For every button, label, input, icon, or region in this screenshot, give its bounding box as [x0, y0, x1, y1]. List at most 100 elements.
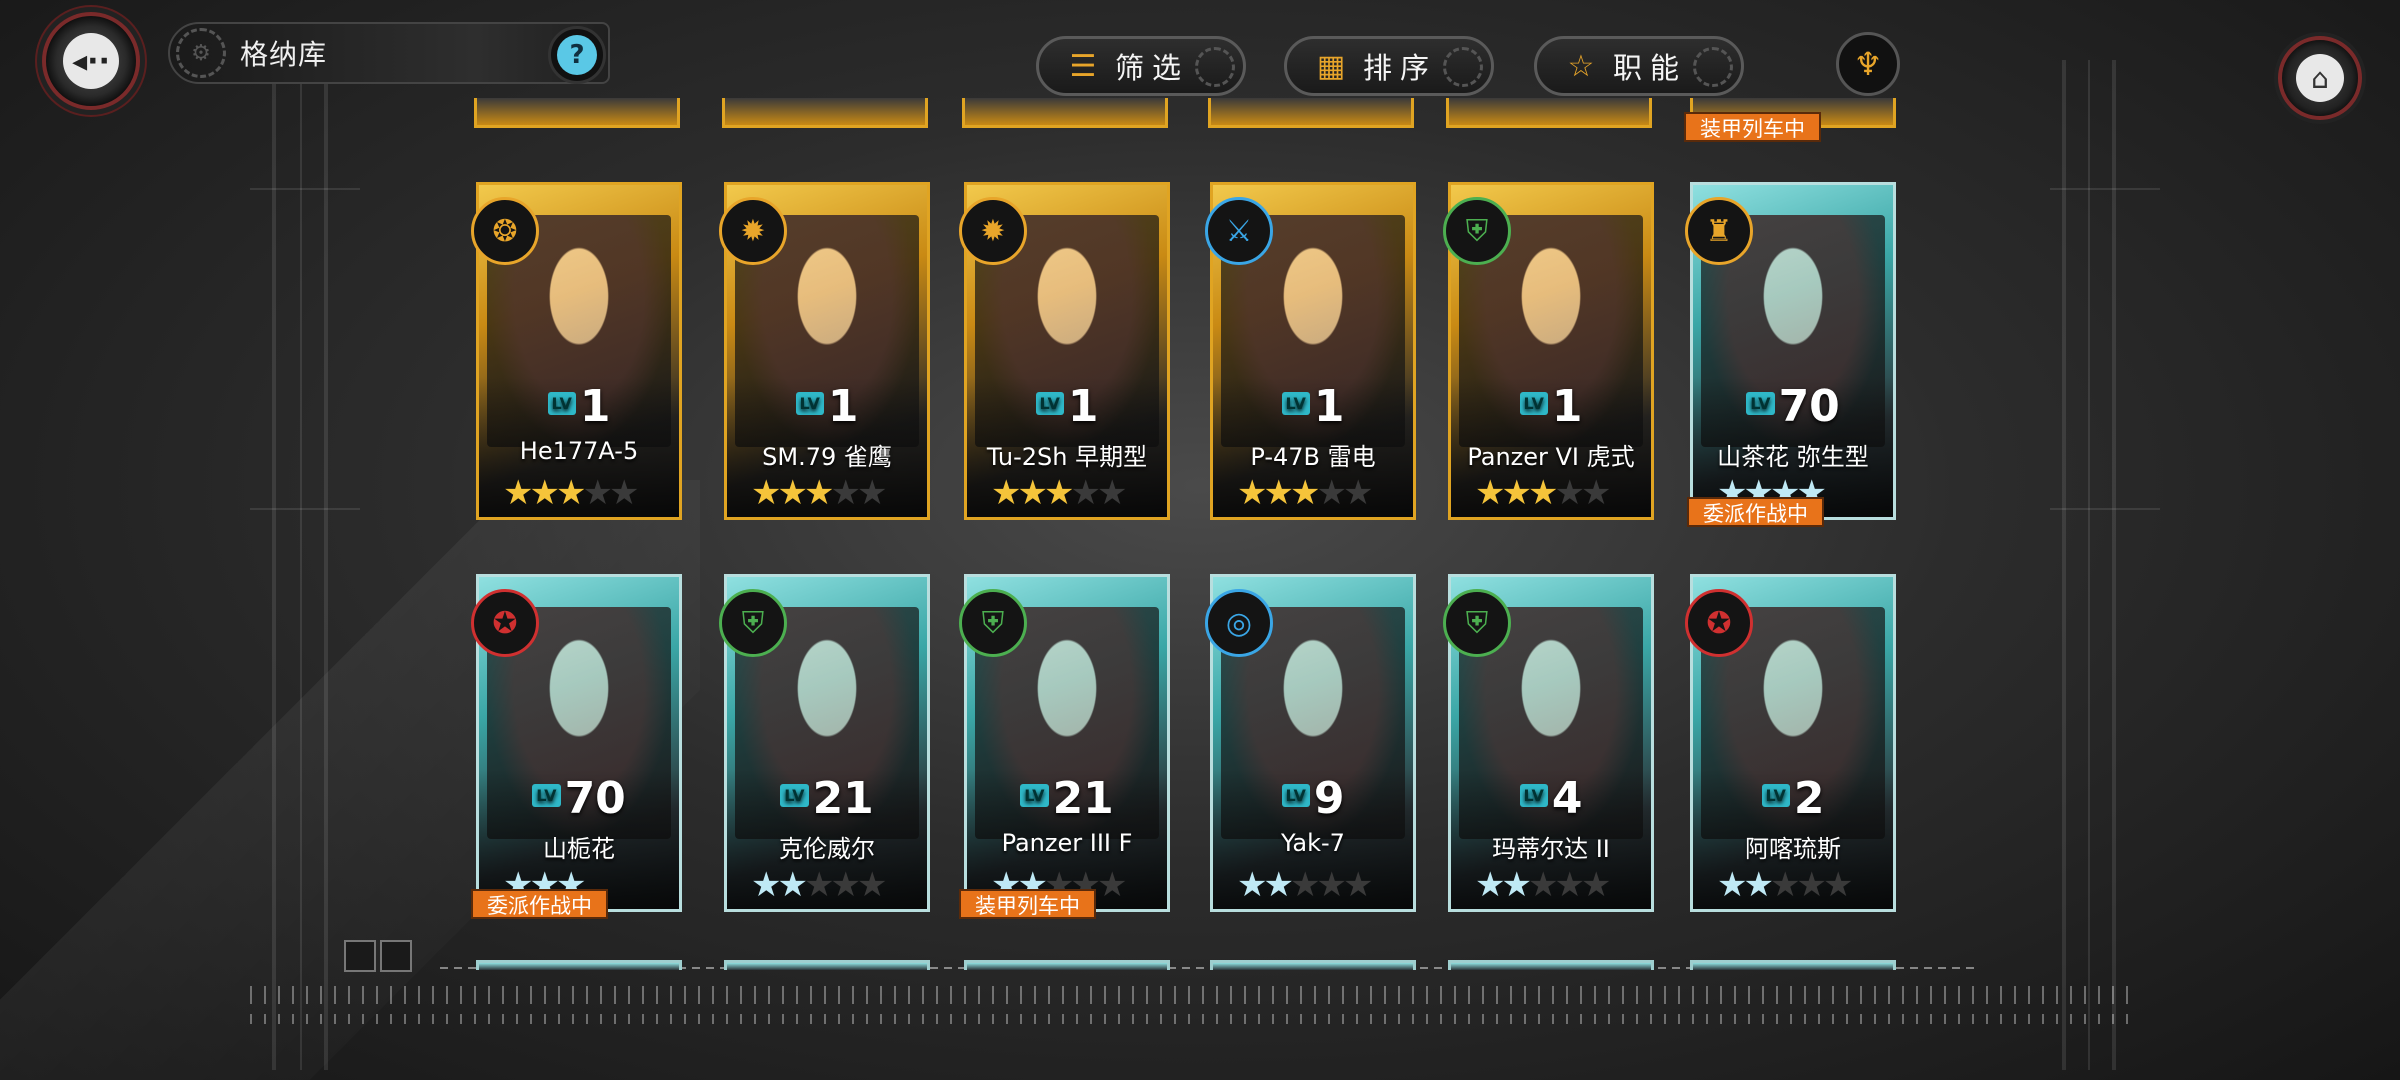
class-icon: ❂: [471, 197, 539, 265]
brand-emblem-button[interactable]: ♆: [1836, 32, 1900, 96]
unit-card[interactable]: ✹LV1SM.79 雀鹰★★★★★: [724, 182, 930, 520]
rarity-stars: ★★★★★: [991, 473, 1123, 513]
class-icon: ✹: [959, 197, 1027, 265]
unit-level: LV70: [1693, 381, 1893, 432]
frame-line: [250, 188, 360, 190]
level-tag-icon: LV: [1020, 784, 1048, 807]
star-icon: ★: [1501, 865, 1527, 905]
role-button[interactable]: ☆ 职能: [1534, 36, 1744, 96]
rarity-stars: ★★★★★: [1237, 473, 1369, 513]
level-tag-icon: LV: [1520, 392, 1548, 415]
star-icon: ★: [1316, 865, 1342, 905]
unit-name: Yak-7: [1213, 829, 1413, 857]
sort-button[interactable]: ▦ 排序: [1284, 36, 1494, 96]
star-icon: ★: [1343, 473, 1369, 513]
level-tag-icon: LV: [1282, 784, 1310, 807]
page-indicator[interactable]: [380, 940, 412, 972]
filter-button[interactable]: ☰ 筛选: [1036, 36, 1246, 96]
star-icon: ★: [830, 865, 856, 905]
card-partial[interactable]: [962, 98, 1168, 128]
frame-line: [2062, 60, 2066, 1070]
unit-level: LV1: [967, 381, 1167, 432]
rarity-stars: ★★★★★: [1475, 473, 1607, 513]
class-icon: ⛨: [1443, 589, 1511, 657]
unit-card[interactable]: ◎LV9Yak-7★★★★★: [1210, 574, 1416, 912]
card-partial[interactable]: [1210, 960, 1416, 970]
card-partial[interactable]: [1446, 98, 1652, 128]
unit-level: LV1: [479, 381, 679, 432]
card-partial[interactable]: [1448, 960, 1654, 970]
class-icon: ⚔: [1205, 197, 1273, 265]
level-value: 1: [580, 381, 611, 432]
back-button[interactable]: ◂··: [42, 12, 140, 110]
level-tag-icon: LV: [532, 784, 560, 807]
unit-card[interactable]: ⛨LV4玛蒂尔达 II★★★★★: [1448, 574, 1654, 912]
level-value: 21: [1053, 773, 1114, 824]
frame-line: [272, 60, 276, 1070]
star-icon: ★: [582, 473, 608, 513]
brand-emblem-icon: ♆: [1854, 45, 1883, 83]
star-icon: ★: [1070, 473, 1096, 513]
help-button[interactable]: ?: [548, 26, 606, 84]
home-button[interactable]: ⌂: [2278, 36, 2362, 120]
star-icon: ★: [529, 473, 555, 513]
role-label: 职能: [1613, 45, 1687, 87]
unit-name: 克伦威尔: [727, 829, 927, 864]
level-value: 21: [813, 773, 874, 824]
card-partial[interactable]: [1690, 960, 1896, 970]
level-value: 9: [1314, 773, 1345, 824]
frame-line: [2050, 188, 2160, 190]
unit-card[interactable]: ❂LV1He177A-5★★★★★: [476, 182, 682, 520]
unit-card[interactable]: ✪LV2阿喀琉斯★★★★★: [1690, 574, 1896, 912]
class-icon: ✹: [719, 197, 787, 265]
page-title: 格纳库: [240, 33, 327, 73]
star-icon: ★: [857, 473, 883, 513]
star-icon: ★: [503, 473, 529, 513]
filter-lines-icon: ☰: [1065, 49, 1101, 84]
level-value: 4: [1552, 773, 1583, 824]
card-partial[interactable]: [1208, 98, 1414, 128]
card-partial[interactable]: [724, 960, 930, 970]
unit-card[interactable]: ✹LV1Tu-2Sh 早期型★★★★★: [964, 182, 1170, 520]
card-partial[interactable]: [722, 98, 928, 128]
rarity-stars: ★★★★★: [1475, 865, 1607, 905]
class-icon: ♜: [1685, 197, 1753, 265]
ruler-decoration: [250, 1014, 2140, 1024]
home-icon: ⌂: [2296, 54, 2344, 102]
star-icon: ★: [1501, 473, 1527, 513]
unit-level: LV1: [1451, 381, 1651, 432]
unit-level: LV1: [727, 381, 927, 432]
rarity-stars: ★★★★★: [751, 473, 883, 513]
card-partial[interactable]: [476, 960, 682, 970]
frame-line: [2112, 60, 2116, 1070]
star-icon: ★: [857, 865, 883, 905]
unit-card[interactable]: ⛨LV21克伦威尔★★★★★: [724, 574, 930, 912]
unit-card[interactable]: ⛨LV1Panzer VI 虎式★★★★★: [1448, 182, 1654, 520]
star-icon: ★: [1528, 865, 1554, 905]
class-icon: ⛨: [719, 589, 787, 657]
star-icon: ★: [751, 473, 777, 513]
ruler-decoration: [250, 986, 2140, 1004]
unit-level: LV2: [1693, 773, 1893, 824]
unit-name: Tu-2Sh 早期型: [967, 437, 1167, 472]
page-indicator[interactable]: [344, 940, 376, 972]
unit-name: P-47B 雷电: [1213, 437, 1413, 472]
frame-line: [2050, 508, 2160, 510]
star-icon: ★: [1017, 473, 1043, 513]
card-partial[interactable]: [964, 960, 1170, 970]
card-partial[interactable]: [474, 98, 680, 128]
unit-card[interactable]: ✪LV70山栀花★★★委派作战中: [476, 574, 682, 912]
unit-name: He177A-5: [479, 437, 679, 465]
unit-card[interactable]: ♜LV70山茶花 弥生型★★★★委派作战中: [1690, 182, 1896, 520]
question-icon: ?: [557, 35, 597, 75]
star-icon: ★: [1290, 865, 1316, 905]
title-bar: ⚙ 格纳库: [168, 22, 610, 84]
star-icon: ★: [1554, 473, 1580, 513]
star-icon: ★: [804, 865, 830, 905]
unit-card[interactable]: ⚔LV1P-47B 雷电★★★★★: [1210, 182, 1416, 520]
unit-level: LV21: [967, 773, 1167, 824]
unit-card[interactable]: ⛨LV21Panzer III F★★★★★装甲列车中: [964, 574, 1170, 912]
level-tag-icon: LV: [1282, 392, 1310, 415]
star-icon: ★: [1237, 473, 1263, 513]
star-icon: ☆: [1563, 49, 1599, 84]
